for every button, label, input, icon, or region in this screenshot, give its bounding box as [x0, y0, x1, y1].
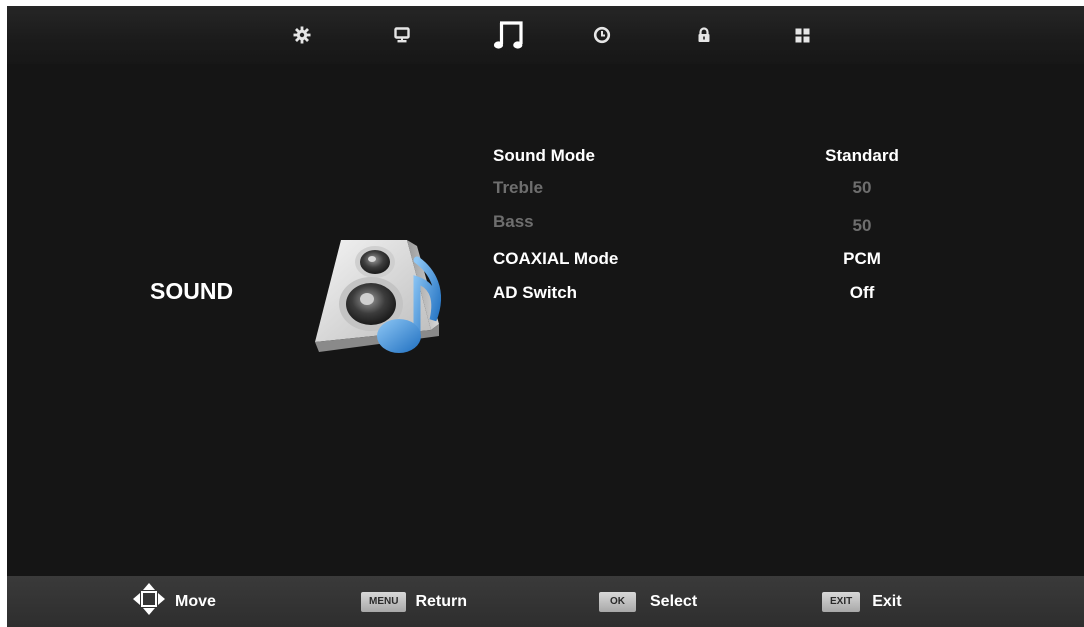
menu-key: MENU	[361, 591, 407, 612]
lock-icon	[696, 27, 712, 43]
tab-picture[interactable]	[387, 6, 417, 64]
music-note-icon	[493, 19, 525, 51]
return-label: Return	[415, 592, 468, 610]
coaxial-mode-label: COAXIAL Mode	[493, 249, 619, 268]
tab-lock[interactable]	[689, 6, 719, 64]
select-label: Select	[650, 592, 698, 610]
move-label: Move	[175, 592, 216, 610]
coaxial-mode-value: PCM	[843, 249, 881, 268]
monitor-icon	[394, 27, 410, 43]
tv-screen: SOUND Sound Mode Standard Treble 50 Bass…	[7, 6, 1084, 627]
menu-row-ad-switch[interactable]: AD Switch Off	[7, 283, 1084, 313]
menu-row-coaxial-mode[interactable]: COAXIAL Mode PCM	[7, 249, 1084, 279]
bass-label: Bass	[493, 212, 534, 231]
menu-row-bass: Bass 50	[7, 212, 1084, 242]
sound-mode-label: Sound Mode	[493, 146, 595, 165]
tab-time[interactable]	[587, 6, 617, 64]
menu-row-treble: Treble 50	[7, 178, 1084, 208]
bass-value: 50	[852, 216, 872, 235]
treble-value: 50	[852, 178, 872, 197]
clock-icon	[593, 26, 611, 44]
tab-apps[interactable]	[787, 6, 817, 64]
menu-row-sound-mode[interactable]: Sound Mode Standard	[7, 146, 1084, 176]
menu-tab-bar	[7, 6, 1084, 64]
treble-label: Treble	[493, 178, 544, 197]
tab-setup[interactable]	[287, 6, 317, 64]
sound-mode-value: Standard	[825, 146, 899, 165]
gear-icon	[293, 26, 311, 44]
exit-label: Exit	[872, 592, 902, 610]
hint-select: OK Select	[599, 576, 697, 627]
ok-key: OK	[599, 591, 636, 612]
tab-sound[interactable]	[491, 6, 527, 64]
exit-key: EXIT	[822, 591, 861, 612]
ad-switch-value: Off	[849, 283, 875, 302]
direction-pad-icon	[132, 582, 166, 621]
grid-icon	[795, 28, 810, 43]
ad-switch-label: AD Switch	[493, 283, 578, 302]
hint-bar: Move MENU Return OK Select EXIT Exit	[7, 576, 1084, 627]
hint-exit: EXIT Exit	[822, 576, 902, 627]
hint-return: MENU Return	[361, 576, 467, 627]
hint-move: Move	[132, 576, 216, 627]
